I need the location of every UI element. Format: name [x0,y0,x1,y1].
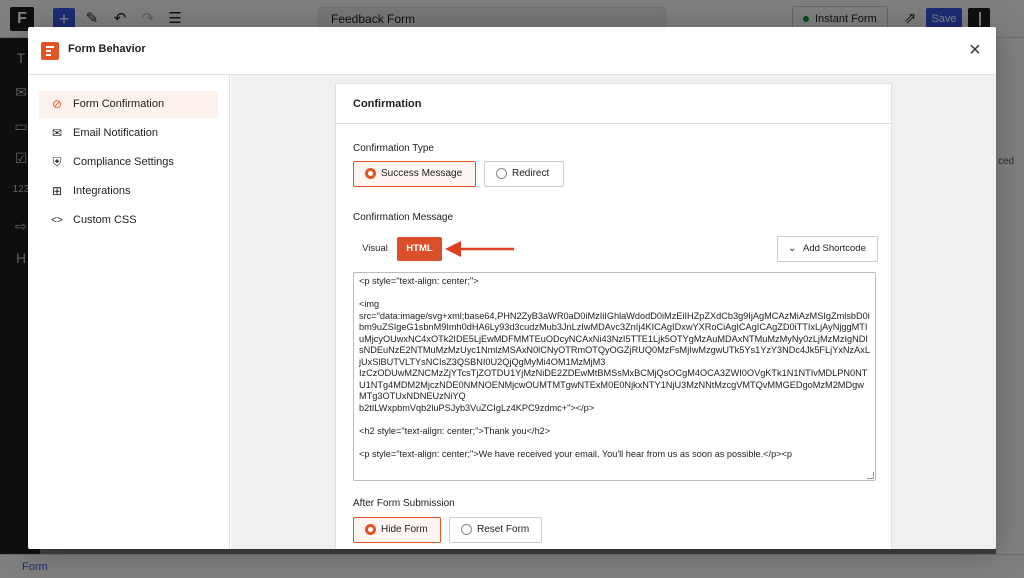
modal-header: Form Behavior × [28,27,996,75]
nav-compliance-settings[interactable]: ⛨ Compliance Settings [39,149,218,176]
radio-hide-form[interactable]: Hide Form [353,517,441,543]
radio-unselected-icon [496,168,507,179]
radio-selected-icon [365,524,376,535]
radio-label: Redirect [512,168,550,179]
nav-label: Email Notification [73,127,158,139]
radio-success-message[interactable]: Success Message [353,161,476,187]
shield-icon: ⛨ [52,155,62,169]
code-line: IzCzODUwMZNCMzZjYTcsTjZOTDU1YjMzNiDE2ZDE… [359,368,868,401]
tab-html[interactable]: HTML [397,237,442,261]
annotation-arrow-icon [445,241,514,257]
form-behavior-modal: Form Behavior × ⊘ Form Confirmation ✉ Em… [28,27,996,549]
form-logo-icon [41,42,59,60]
card-title: Confirmation [336,84,891,124]
nav-label: Integrations [73,185,131,197]
code-line: b2tILWxpbmVqb2luPSJyb3VuZCIgLz4KPC9zdmc+… [359,402,595,413]
code-line: <p style="text-align: center;">We have r… [359,448,793,459]
close-icon[interactable]: × [964,39,986,61]
confirmation-card: Confirmation Confirmation Type Success M… [335,83,892,549]
integrations-icon: ⊞ [51,184,63,198]
nav-label: Form Confirmation [73,98,165,110]
check-circle-icon: ⊘ [51,97,63,111]
radio-selected-icon [365,168,376,179]
add-shortcode-label: Add Shortcode [803,243,866,254]
after-submission-label: After Form Submission [353,498,455,509]
code-icon: <> [51,215,63,226]
confirmation-type-label: Confirmation Type [353,143,434,154]
nav-integrations[interactable]: ⊞ Integrations [39,178,218,205]
confirmation-message-label: Confirmation Message [353,212,454,223]
radio-redirect[interactable]: Redirect [484,161,564,187]
modal-content: Confirmation Confirmation Type Success M… [231,75,996,549]
nav-label: Compliance Settings [73,156,174,168]
nav-custom-css[interactable]: <> Custom CSS [39,207,218,234]
nav-label: Custom CSS [73,214,137,226]
nav-email-notification[interactable]: ✉ Email Notification [39,120,218,147]
radio-reset-form[interactable]: Reset Form [449,517,542,543]
tab-visual[interactable]: Visual [353,237,397,261]
envelope-icon: ✉ [51,126,63,140]
radio-label: Reset Form [477,524,530,535]
radio-label: Hide Form [381,524,428,535]
code-line: src="data:image/svg+xml;base64,PHN2ZyB3a… [359,310,870,367]
radio-label: Success Message [381,168,463,179]
code-line: <p style="text-align: center;"> [359,276,479,286]
radio-unselected-icon [461,524,472,535]
add-shortcode-button[interactable]: ⌄ Add Shortcode [777,236,878,262]
modal-sidebar: ⊘ Form Confirmation ✉ Email Notification… [28,75,230,549]
resize-handle-icon[interactable] [867,472,874,479]
code-line: <img [359,299,380,309]
html-code-editor[interactable]: <p style="text-align: center;"> <img src… [353,272,876,481]
chevron-down-icon: ⌄ [788,243,797,254]
nav-form-confirmation[interactable]: ⊘ Form Confirmation [39,91,218,118]
modal-title: Form Behavior [68,43,146,55]
code-line: <h2 style="text-align: center;">Thank yo… [359,425,551,436]
